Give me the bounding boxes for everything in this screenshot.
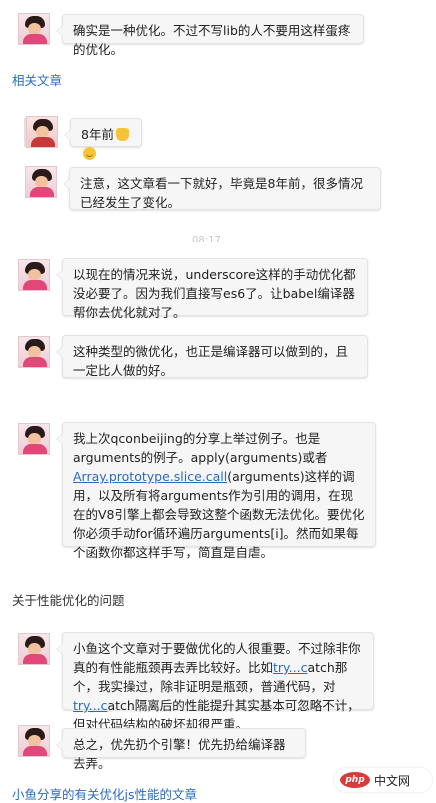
comment-text: 这种类型的微优化，也正是编译器可以做到的，且一定比人做的好。 — [73, 344, 349, 378]
comment-text: 以现在的情况来说，underscore这样的手动优化都没必要了。因为我们直接写e… — [73, 267, 356, 320]
try-catch-link[interactable]: try...c — [73, 698, 107, 713]
comment-bubble: 8年前 — [64, 118, 142, 160]
smile-icon — [83, 147, 96, 160]
avatar[interactable] — [18, 336, 50, 368]
comment-text: 8年前 — [81, 127, 114, 142]
php-badge-icon: php — [340, 772, 370, 788]
comment-bubble: 我上次qconbeijing的分享上举过例子。也是arguments的例子。ap… — [56, 422, 376, 560]
array-slice-call-link[interactable]: Array.prototype.slice.call — [73, 469, 227, 484]
avatar[interactable] — [18, 13, 50, 45]
comment-bubble: 确实是一种优化。不过不写lib的人不要用这样蛋疼的优化。 — [56, 14, 364, 57]
comment-text: 总之，优先扔个引擎！优先扔给编译器去弄。 — [73, 737, 286, 771]
comment-bubble: 这种类型的微优化，也正是编译器可以做到的，且一定比人做的好。 — [56, 335, 368, 378]
comment-bubble: 小鱼这个文章对于要做优化的人很重要。不过除非你真的有性能瓶颈再去弄比较好。比如t… — [56, 632, 374, 732]
comment-bubble: 总之，优先扔个引擎！优先扔给编译器去弄。 — [56, 728, 306, 771]
comment-text: atch隔离后的性能提升其实基本可忽略不计，但对代码结构的破坏却很严重。 — [73, 698, 360, 732]
timestamp: 08:17 — [192, 236, 221, 242]
logo-text: 中文网 — [374, 773, 411, 788]
avatar[interactable] — [18, 259, 50, 291]
comment-text: 确实是一种优化。不过不写lib的人不要用这样蛋疼的优化。 — [73, 23, 351, 57]
section-title: 关于性能优化的问题 — [12, 593, 125, 608]
php-cn-logo: php 中文网 — [334, 768, 432, 792]
comment-text: 注意，这文章看一下就好，毕竟是8年前，很多情况已经发生了变化。 — [80, 176, 363, 210]
comment-bubble: 注意，这文章看一下就好，毕竟是8年前，很多情况已经发生了变化。 — [63, 167, 381, 210]
related-articles-link[interactable]: 相关文章 — [12, 70, 62, 89]
xiaoyu-articles-link[interactable]: 小鱼分享的有关优化js性能的文章 — [12, 784, 197, 803]
avatar[interactable] — [25, 166, 57, 198]
avatar[interactable] — [18, 423, 50, 455]
comment-bubble: 以现在的情况来说，underscore这样的手动优化都没必要了。因为我们直接写e… — [56, 258, 368, 320]
avatar[interactable] — [18, 633, 50, 665]
avatar[interactable] — [18, 725, 50, 757]
avatar[interactable] — [26, 116, 58, 148]
thumbs-up-icon — [115, 128, 129, 141]
comment-text: 我上次qconbeijing的分享上举过例子。也是arguments的例子。ap… — [73, 431, 328, 465]
try-catch-link[interactable]: try...c — [273, 660, 307, 675]
